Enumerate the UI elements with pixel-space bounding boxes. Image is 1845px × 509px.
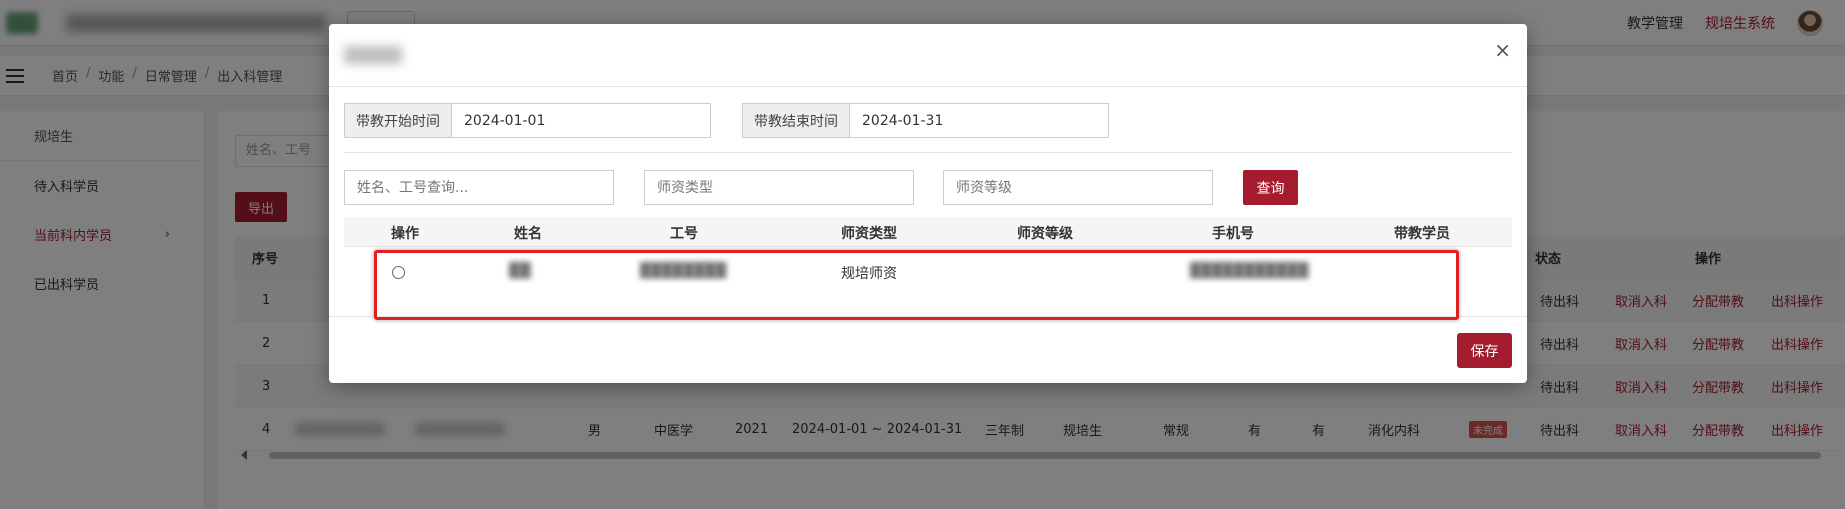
start-date-label: 带教开始时间 — [344, 103, 451, 138]
start-date-input[interactable] — [451, 103, 711, 138]
teacher-phone: ███████████ — [1190, 263, 1309, 279]
col-phone: 手机号 — [1212, 226, 1254, 242]
col-name: 姓名 — [514, 226, 542, 242]
teacher-id: ████████ — [640, 263, 727, 279]
col-teacher-level: 师资等级 — [1017, 226, 1073, 242]
modal-header: × — [329, 24, 1527, 87]
table-header: 操作 姓名 工号 师资类型 师资等级 手机号 带教学员 — [344, 217, 1512, 247]
date-range: 带教开始时间 带教结束时间 — [344, 103, 1109, 138]
end-date-group: 带教结束时间 — [742, 103, 1109, 138]
teacher-level-select[interactable] — [943, 170, 1213, 205]
assign-teacher-modal: × 带教开始时间 带教结束时间 查询 操作 姓名 工号 师资类型 师资等级 手机… — [329, 24, 1527, 383]
end-date-label: 带教结束时间 — [742, 103, 849, 138]
start-date-group: 带教开始时间 — [344, 103, 711, 138]
save-button[interactable]: 保存 — [1457, 333, 1512, 368]
modal-title — [344, 46, 402, 64]
end-date-input[interactable] — [849, 103, 1109, 138]
col-action: 操作 — [391, 226, 419, 242]
row-select-radio[interactable] — [392, 266, 405, 279]
col-teacher-type: 师资类型 — [841, 226, 897, 242]
close-icon[interactable]: × — [1494, 38, 1511, 62]
teacher-type-select[interactable] — [644, 170, 914, 205]
teacher-type: 规培师资 — [841, 266, 897, 282]
query-button[interactable]: 查询 — [1243, 170, 1298, 205]
name-search-input[interactable] — [344, 170, 614, 205]
table-row: ██ ████████ 规培师资 ███████████ — [344, 247, 1512, 307]
col-students: 带教学员 — [1394, 226, 1450, 242]
col-id: 工号 — [670, 226, 698, 242]
teacher-name: ██ — [509, 263, 531, 279]
divider — [344, 152, 1512, 153]
footer-divider — [329, 316, 1527, 317]
teacher-table: 操作 姓名 工号 师资类型 师资等级 手机号 带教学员 ██ ████████ … — [344, 217, 1512, 307]
